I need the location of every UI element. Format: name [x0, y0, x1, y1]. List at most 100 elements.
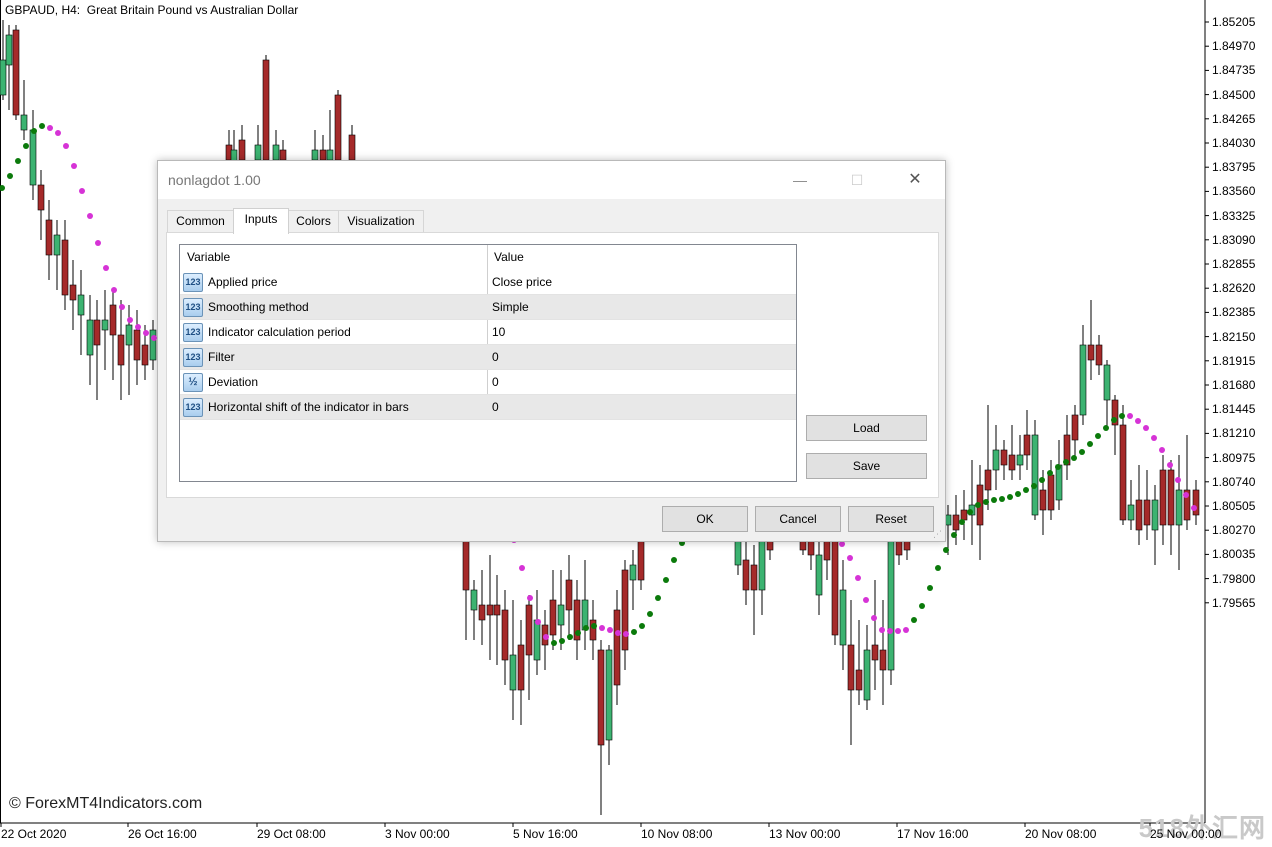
bear-candle	[348, 134, 356, 161]
reset-button[interactable]: Reset	[848, 506, 934, 532]
dialog-titlebar[interactable]: nonlagdot 1.00 — ☐ ✕	[158, 161, 945, 199]
time-tick-label: 10 Nov 08:00	[641, 827, 713, 841]
bear-candle	[334, 94, 342, 161]
grid-row-horizontal-shift[interactable]: 123 Horizontal shift of the indicator in…	[180, 395, 796, 420]
bear-candle	[1167, 469, 1175, 526]
cancel-button[interactable]: Cancel	[755, 506, 841, 532]
save-button[interactable]: Save	[806, 453, 927, 479]
bull-candle	[1031, 434, 1039, 516]
row-value[interactable]: Close price	[492, 270, 552, 295]
bull-candle	[0, 59, 7, 96]
grid-row-smoothing-method[interactable]: 123 Smoothing method Simple	[180, 295, 796, 320]
bear-candle	[12, 29, 20, 116]
row-value[interactable]: Simple	[492, 295, 529, 320]
bear-candle	[238, 139, 246, 161]
watermark: © ForexMT4Indicators.com	[9, 795, 203, 812]
bear-candle	[1095, 344, 1103, 366]
grid-row-applied-price[interactable]: 123 Applied price Close price	[180, 270, 796, 295]
dialog-title: nonlagdot 1.00	[168, 172, 261, 188]
integer-type-icon: 123	[183, 398, 203, 417]
bull-candle	[734, 539, 742, 566]
tab-inputs[interactable]: Inputs	[233, 208, 289, 234]
nonlag-dot-up	[919, 603, 925, 609]
header-variable[interactable]: Variable	[180, 245, 487, 270]
maximize-button[interactable]: ☐	[842, 167, 872, 193]
load-button[interactable]: Load	[806, 415, 927, 441]
bear-candle	[613, 609, 621, 686]
tab-common[interactable]: Common	[167, 210, 234, 233]
nonlag-dot-up	[1031, 483, 1037, 489]
bear-candle	[549, 599, 557, 636]
bull-candle	[1151, 499, 1159, 531]
bear-candle	[742, 559, 750, 591]
minimize-button[interactable]: —	[785, 167, 815, 193]
bear-candle	[486, 604, 494, 616]
bear-candle	[750, 564, 758, 591]
resize-grip-icon[interactable]: ⋰	[933, 529, 943, 539]
nonlag-dot-down	[863, 597, 869, 603]
bull-candle	[887, 539, 895, 671]
tab-colors[interactable]: Colors	[288, 210, 339, 233]
integer-type-icon: 123	[183, 298, 203, 317]
bull-candle	[29, 129, 37, 186]
bear-candle	[1192, 489, 1200, 516]
nonlag-dot-down	[903, 627, 909, 633]
bear-candle	[984, 469, 992, 491]
grid-row-deviation[interactable]: ½ Deviation 0	[180, 370, 796, 395]
nonlag-dot-up	[1119, 413, 1125, 419]
chart-symbol-title: GBPAUD, H4: Great Britain Pound vs Austr…	[5, 3, 299, 17]
bull-candle	[149, 329, 157, 361]
bear-candle	[621, 569, 629, 651]
price-tick-label: 1.83560	[1212, 184, 1256, 199]
row-value[interactable]: 0	[492, 345, 499, 370]
price-tick-label: 1.79565	[1212, 595, 1256, 610]
close-button[interactable]: ✕	[900, 167, 930, 193]
price-tick-label: 1.81445	[1212, 402, 1256, 417]
integer-type-icon: 123	[183, 273, 203, 292]
grid-row-calculation-period[interactable]: 123 Indicator calculation period 10	[180, 320, 796, 345]
bear-candle	[1159, 469, 1167, 526]
header-value[interactable]: Value	[487, 245, 796, 270]
bear-candle	[37, 184, 45, 211]
price-tick-label: 1.81680	[1212, 378, 1256, 392]
bull-candle	[509, 654, 517, 691]
time-tick-label: 20 Nov 08:00	[1025, 827, 1097, 841]
nonlag-dot-down	[79, 188, 85, 194]
bear-candle	[1047, 474, 1055, 511]
bear-candle	[1071, 414, 1079, 441]
row-value[interactable]: 0	[492, 370, 499, 395]
bull-candle	[5, 34, 13, 66]
inputs-panel: Variable Value 123 Applied price Close p…	[166, 232, 939, 498]
bear-candle	[525, 604, 533, 656]
row-value[interactable]: 10	[492, 320, 505, 345]
grid-row-filter[interactable]: 123 Filter 0	[180, 345, 796, 370]
bear-candle	[847, 644, 855, 691]
price-tick-label: 1.83090	[1212, 232, 1256, 247]
price-tick-label: 1.82385	[1212, 305, 1256, 320]
time-tick-label: 29 Oct 08:00	[257, 827, 326, 841]
nonlag-dot-down	[879, 627, 885, 633]
tab-visualization[interactable]: Visualization	[338, 210, 424, 233]
bear-candle	[871, 644, 879, 661]
bull-candle	[311, 149, 319, 161]
bull-candle	[86, 319, 94, 356]
row-value[interactable]: 0	[492, 395, 499, 420]
bear-candle	[1039, 489, 1047, 511]
bull-candle	[77, 294, 85, 316]
row-variable: Deviation	[208, 375, 259, 389]
bull-candle	[992, 449, 1000, 471]
nonlag-dot-up	[1039, 477, 1045, 483]
nonlag-dot-up	[951, 532, 957, 538]
nonlag-dot-down	[847, 555, 853, 561]
bear-candle	[565, 579, 573, 611]
nonlag-dot-down	[47, 125, 53, 131]
price-tick-label: 1.80505	[1212, 499, 1256, 513]
inputs-grid[interactable]: Variable Value 123 Applied price Close p…	[179, 244, 797, 482]
row-variable: Smoothing method	[208, 300, 309, 314]
bear-candle	[279, 149, 287, 161]
nonlag-dot-down	[1135, 418, 1141, 424]
grid-header: Variable Value	[180, 245, 796, 270]
nonlag-dot-up	[927, 585, 933, 591]
ok-button[interactable]: OK	[662, 506, 748, 532]
price-tick-label: 1.85205	[1212, 15, 1256, 29]
